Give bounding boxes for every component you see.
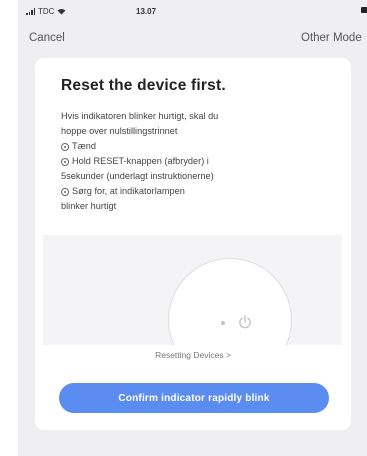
intro-line: Hvis indikatoren blinker hurtigt, skal d…: [61, 111, 219, 121]
cancel-button[interactable]: Cancel: [29, 32, 65, 44]
step-text: Hold RESET-knappen (afbryder) i: [72, 156, 209, 166]
step-2: Hold RESET-knappen (afbryder) i: [61, 154, 333, 169]
indicator-light: [221, 321, 225, 325]
step-3: Sørg for, at indikatorlampen: [61, 184, 333, 199]
reset-instructions-card: Reset the device first. Hvis indikatoren…: [35, 58, 351, 430]
step-text: Tænd: [72, 141, 97, 151]
status-time: 13.07: [136, 7, 157, 16]
status-bar: TDC 13.07: [18, 0, 367, 24]
battery-icon: [361, 7, 367, 13]
power-icon: [239, 315, 251, 329]
instructions-text: Hvis indikatoren blinker hurtigt, skal d…: [61, 109, 333, 214]
device-image: [168, 258, 292, 345]
step-1: Tænd: [61, 139, 333, 154]
step-text-continued: 5sekunder (underlagt instruktionerne): [61, 171, 214, 181]
step-text-continued: blinker hurtigt: [61, 201, 117, 211]
confirm-indicator-button[interactable]: Confirm indicator rapidly blink: [59, 383, 329, 413]
phone-screen: TDC 13.07 Cancel Other Mode Reset the de…: [18, 0, 367, 456]
other-mode-button[interactable]: Other Mode: [301, 32, 362, 44]
device-illustration: [43, 235, 342, 345]
circle-dot-icon: [61, 142, 69, 151]
intro-line: hoppe over nulstillingstrinnet: [61, 126, 178, 136]
resetting-devices-link[interactable]: Resetting Devices >: [35, 350, 351, 360]
page-title: Reset the device first.: [61, 77, 226, 94]
signal-icon: [26, 8, 35, 15]
step-text: Sørg for, at indikatorlampen: [72, 186, 185, 196]
wifi-icon: [57, 9, 66, 15]
circle-dot-icon: [61, 157, 69, 166]
carrier-label: TDC: [38, 7, 55, 16]
circle-dot-icon: [61, 187, 69, 196]
nav-bar: Cancel Other Mode: [18, 26, 367, 52]
status-left: TDC: [26, 7, 69, 16]
